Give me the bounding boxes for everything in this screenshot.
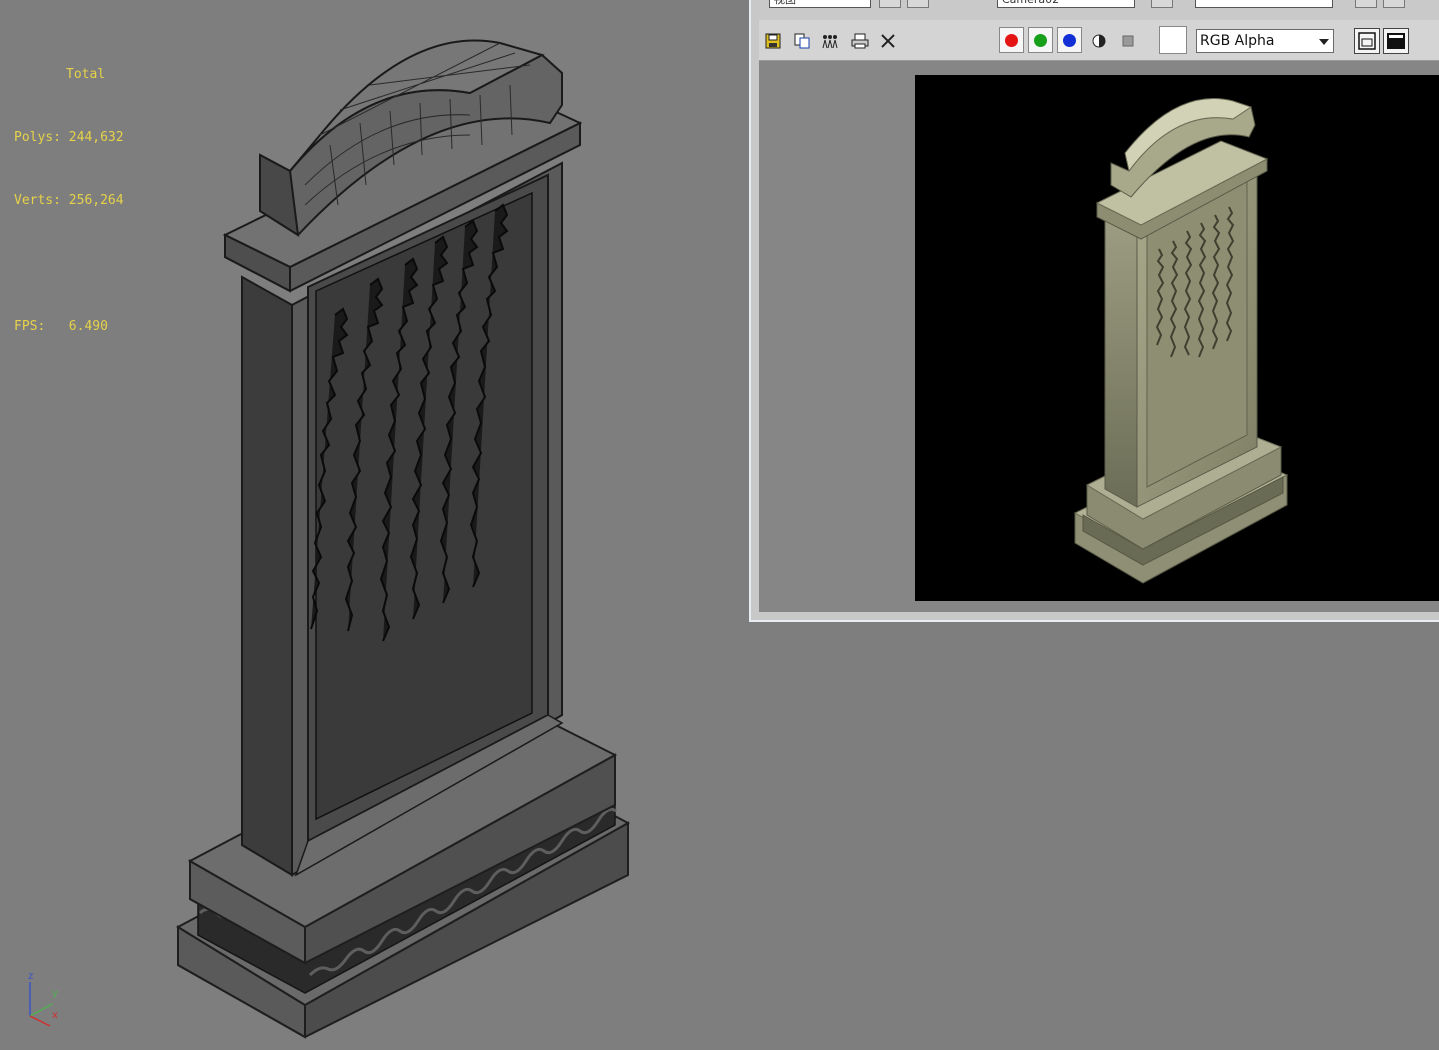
stats-fps-label: FPS: [14,319,46,334]
display-channel-value: RGB Alpha [1200,33,1275,49]
alpha-channel-icon[interactable] [1088,30,1110,52]
clear-image-icon[interactable] [877,30,899,52]
viewport-statistics: Total Polys: 244,632 Verts: 256,264 FPS:… [14,22,124,379]
stats-polys-value: 244,632 [68,130,124,145]
toggle-ui-button[interactable] [1383,28,1409,54]
stele-render [1073,98,1289,584]
toggle-ui-overlay-button[interactable] [1354,28,1380,54]
stats-verts-value: 256,264 [68,193,124,208]
rendered-frame-window[interactable]: 视图 Camera02 [749,0,1439,622]
render-preset-field[interactable] [1195,0,1333,8]
stats-verts-label: Verts: [14,193,61,208]
red-channel-button[interactable] [999,27,1024,53]
render-setup-button[interactable] [1355,0,1377,8]
background-color-swatch[interactable] [1159,26,1187,54]
display-channel-select[interactable]: RGB Alpha [1196,29,1334,53]
stats-total-label: Total [66,67,106,82]
auto-region-button[interactable] [907,0,929,8]
render-button[interactable] [1383,0,1405,8]
blue-channel-icon [1063,33,1076,47]
chevron-down-icon [1319,39,1329,45]
stats-polys-label: Polys: [14,130,61,145]
stats-fps-value: 6.490 [68,319,108,334]
rendered-image[interactable] [915,75,1439,601]
lock-viewport-button[interactable] [1151,0,1173,8]
red-channel-icon [1005,33,1018,47]
inscription-panel [315,191,533,821]
edit-region-button[interactable] [879,0,901,8]
blue-channel-button[interactable] [1057,27,1082,53]
stele-body-side [241,275,293,877]
area-to-render-field[interactable]: 视图 [769,0,871,8]
monochrome-icon[interactable] [1117,30,1139,52]
axis-gizmo [29,982,53,1027]
green-channel-icon [1034,33,1047,47]
render-window-toolbar: RGB Alpha [759,20,1439,61]
render-body-side [1104,214,1138,508]
render-window-top-toolbar: 视图 Camera02 [759,0,1439,20]
save-image-icon[interactable] [762,30,784,52]
viewport-camera-field[interactable]: Camera02 [997,0,1135,8]
green-channel-button[interactable] [1028,27,1053,53]
axis-y-label: y [52,988,58,999]
copy-image-icon[interactable] [791,30,813,52]
clone-window-icon[interactable] [819,30,841,52]
axis-z-label: z [28,971,34,982]
stele-model-shaded[interactable] [170,15,640,1045]
print-image-icon[interactable] [849,30,871,52]
axis-x-label: x [52,1010,58,1021]
